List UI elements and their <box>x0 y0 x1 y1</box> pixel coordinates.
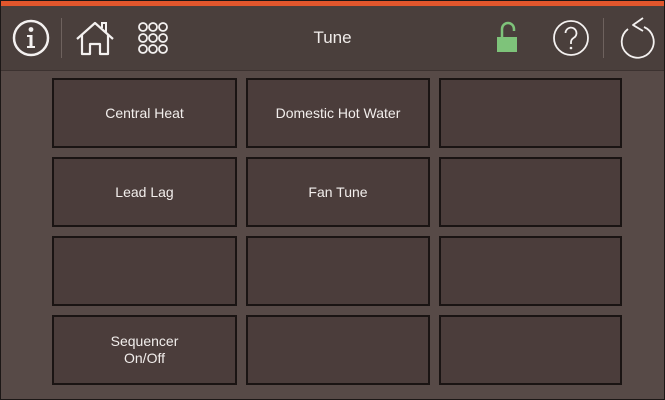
tile-lead-lag[interactable]: Lead Lag <box>52 157 237 227</box>
tile-label: Sequencer On/Off <box>110 333 179 366</box>
tile-central-heat[interactable]: Central Heat <box>52 78 237 148</box>
tile-fan-tune[interactable]: Fan Tune <box>246 157 430 227</box>
page-title: Tune <box>313 28 352 47</box>
back-arrow-icon <box>620 17 655 59</box>
info-icon <box>12 19 50 57</box>
tile-label: Central Heat <box>105 104 184 121</box>
screen: Tune Central Heat Domestic Hot Water Lea… <box>0 0 665 400</box>
tile-domestic-hot-water[interactable]: Domestic Hot Water <box>246 78 430 148</box>
tile-empty[interactable] <box>52 236 237 306</box>
unlocked-padlock-icon <box>497 21 517 52</box>
tile-label: Lead Lag <box>115 183 174 200</box>
tile-label: Fan Tune <box>308 183 368 200</box>
tile-empty[interactable] <box>439 157 622 227</box>
tile-grid: Central Heat Domestic Hot Water Lead Lag… <box>52 78 622 385</box>
home-icon <box>76 21 114 56</box>
tile-empty[interactable] <box>439 315 622 385</box>
info-button[interactable] <box>9 6 53 70</box>
tile-empty[interactable] <box>246 315 430 385</box>
menu-button[interactable] <box>129 6 177 70</box>
top-bar: Tune <box>1 6 664 71</box>
tile-sequencer-on-off[interactable]: Sequencer On/Off <box>52 315 237 385</box>
back-button[interactable] <box>613 6 661 70</box>
tile-empty[interactable] <box>439 78 622 148</box>
tile-label: Domestic Hot Water <box>275 104 401 121</box>
tile-empty[interactable] <box>439 236 622 306</box>
divider <box>603 18 604 58</box>
tile-empty[interactable] <box>246 236 430 306</box>
keypad-grid-icon <box>138 22 168 54</box>
lock-button[interactable] <box>487 6 527 70</box>
home-button[interactable] <box>71 6 119 70</box>
question-icon <box>553 20 589 56</box>
divider <box>61 18 62 58</box>
help-button[interactable] <box>549 6 593 70</box>
